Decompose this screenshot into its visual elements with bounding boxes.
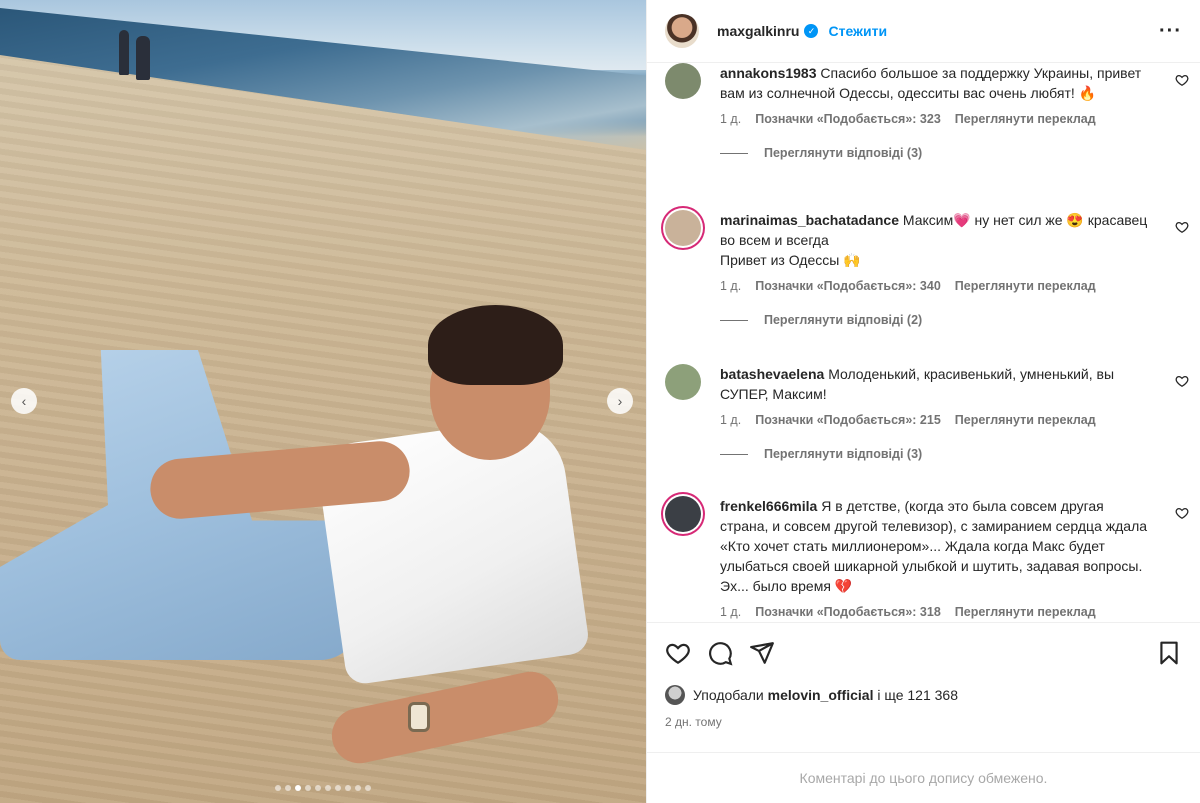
photo-walker <box>136 36 150 80</box>
carousel-dot <box>325 785 331 791</box>
comment-avatar[interactable] <box>665 364 701 400</box>
post-header: maxgalkinru ✓ Стежити ··· <box>647 0 1200 63</box>
comment-time: 1 д. <box>720 112 742 126</box>
photo-watch <box>408 702 430 732</box>
likes-summary: Уподобали melovin_official і ще 121 368 <box>665 685 1182 705</box>
carousel-dot <box>285 785 291 791</box>
chevron-left-icon: ‹ <box>21 393 27 409</box>
share-icon[interactable] <box>749 640 775 666</box>
view-replies-button[interactable]: Переглянути відповіді (2) <box>720 313 1185 327</box>
more-options-icon[interactable]: ··· <box>1159 20 1182 43</box>
post-actions: Уподобали melovin_official і ще 121 368 … <box>647 622 1200 729</box>
comment-likes-link[interactable]: Позначки «Подобається»: 340 <box>755 279 941 293</box>
comment-item: marinaimas_bachatadance Максим💗 ну нет с… <box>665 210 1189 327</box>
author-avatar[interactable] <box>665 14 699 48</box>
view-replies-button[interactable]: Переглянути відповіді (3) <box>720 447 1185 461</box>
comment-likes-link[interactable]: Позначки «Подобається»: 318 <box>755 605 941 619</box>
carousel-dot <box>345 785 351 791</box>
comment-username[interactable]: annakons1983 <box>720 65 817 81</box>
see-translation-link[interactable]: Переглянути переклад <box>955 279 1096 293</box>
replies-divider <box>720 152 748 154</box>
see-translation-link[interactable]: Переглянути переклад <box>955 605 1096 619</box>
comment-like-heart-icon[interactable] <box>1175 220 1189 234</box>
see-translation-link[interactable]: Переглянути переклад <box>955 112 1096 126</box>
comment-likes-link[interactable]: Позначки «Подобається»: 323 <box>755 112 941 126</box>
chevron-right-icon: › <box>617 393 623 409</box>
comment-like-heart-icon[interactable] <box>1175 506 1189 520</box>
carousel-dot <box>355 785 361 791</box>
comment-avatar[interactable] <box>665 496 701 532</box>
carousel-indicator <box>0 785 646 791</box>
view-replies-label: Переглянути відповіді (3) <box>764 447 923 461</box>
post-photo[interactable]: ‹ › <box>0 0 646 803</box>
view-replies-label: Переглянути відповіді (2) <box>764 313 923 327</box>
view-replies-button[interactable]: Переглянути відповіді (3) <box>720 146 1185 160</box>
comment-avatar[interactable] <box>665 210 701 246</box>
comment-username[interactable]: batashevaelena <box>720 366 824 382</box>
post-timestamp: 2 дн. тому <box>665 715 722 729</box>
comment-meta: 1 д. Позначки «Подобається»: 318 Перегляну… <box>720 605 1185 619</box>
verified-badge-icon: ✓ <box>804 24 819 38</box>
heart-icon[interactable] <box>665 640 691 666</box>
photo-walker <box>119 30 129 75</box>
author-username[interactable]: maxgalkinru <box>717 23 799 39</box>
comments-closed-notice: Коментарі до цього допису обмежено. <box>647 752 1200 803</box>
comment-time: 1 д. <box>720 279 742 293</box>
replies-divider <box>720 453 748 455</box>
replies-divider <box>720 319 748 321</box>
bookmark-icon[interactable] <box>1156 640 1182 666</box>
next-photo-button[interactable]: › <box>607 388 633 414</box>
comments-list[interactable]: annakons1983 Спасибо большое за поддержк… <box>647 63 1200 623</box>
carousel-dot <box>275 785 281 791</box>
liker-username[interactable]: melovin_official <box>768 687 874 703</box>
comment-body: frenkel666mila Я в детстве, (когда это б… <box>720 496 1150 596</box>
carousel-dot <box>365 785 371 791</box>
comment-username[interactable]: frenkel666mila <box>720 498 817 514</box>
see-translation-link[interactable]: Переглянути переклад <box>955 413 1096 427</box>
comment-item: frenkel666mila Я в детстве, (когда это б… <box>665 496 1189 619</box>
comment-meta: 1 д. Позначки «Подобається»: 340 Перегляну… <box>720 279 1185 293</box>
comment-avatar[interactable] <box>665 63 701 99</box>
photo-person-hair <box>428 305 563 385</box>
carousel-dot <box>295 785 301 791</box>
comment-body: annakons1983 Спасибо большое за поддержк… <box>720 63 1150 103</box>
comment-like-heart-icon[interactable] <box>1175 73 1189 87</box>
comment-time: 1 д. <box>720 413 742 427</box>
comment-item: batashevaelena Молоденький, красивенький… <box>665 364 1189 461</box>
carousel-dot <box>315 785 321 791</box>
carousel-dot <box>335 785 341 791</box>
post-details-panel: maxgalkinru ✓ Стежити ··· annakons1983 С… <box>646 0 1200 803</box>
liker-avatar[interactable] <box>665 685 685 705</box>
comment-time: 1 д. <box>720 605 742 619</box>
carousel-dot <box>305 785 311 791</box>
comment-item: annakons1983 Спасибо большое за поддержк… <box>665 63 1189 160</box>
comment-username[interactable]: marinaimas_bachatadance <box>720 212 899 228</box>
likes-prefix: Уподобали <box>693 687 764 703</box>
comment-like-heart-icon[interactable] <box>1175 374 1189 388</box>
comment-meta: 1 д. Позначки «Подобається»: 323 Перегляну… <box>720 112 1185 126</box>
likes-count[interactable]: і ще 121 368 <box>877 687 958 703</box>
comment-meta: 1 д. Позначки «Подобається»: 215 Перегляну… <box>720 413 1185 427</box>
follow-button[interactable]: Стежити <box>828 23 887 39</box>
comment-icon[interactable] <box>707 640 733 666</box>
comment-likes-link[interactable]: Позначки «Подобається»: 215 <box>755 413 941 427</box>
view-replies-label: Переглянути відповіді (3) <box>764 146 923 160</box>
comment-body: marinaimas_bachatadance Максим💗 ну нет с… <box>720 210 1150 270</box>
comment-body: batashevaelena Молоденький, красивенький… <box>720 364 1150 404</box>
previous-photo-button[interactable]: ‹ <box>11 388 37 414</box>
